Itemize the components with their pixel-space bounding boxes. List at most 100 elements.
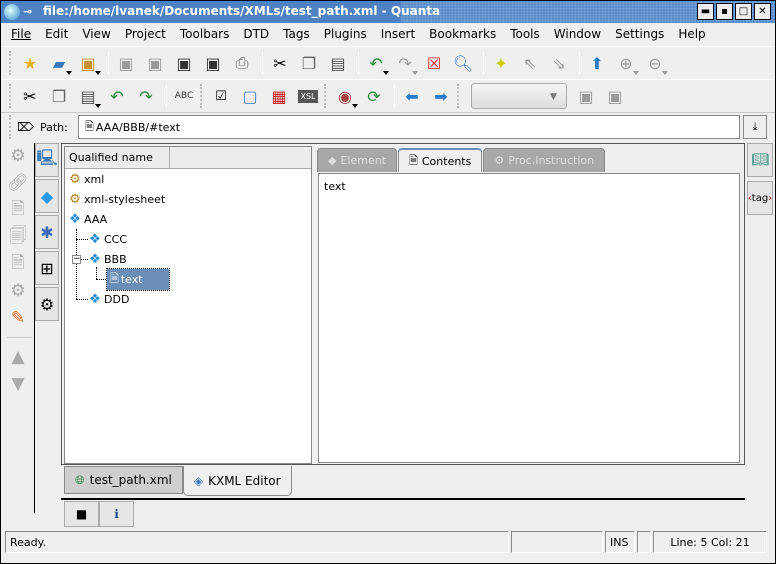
menu-edit[interactable]: Edit <box>45 27 68 41</box>
structure-icon[interactable]: ⚙ <box>5 143 31 169</box>
template-icon: ✱ <box>40 222 54 242</box>
path-dropdown-button[interactable]: ⤓ <box>743 115 767 139</box>
reload-button[interactable]: ⟳ <box>361 83 387 109</box>
remove-from-project-button[interactable]: ⊖ <box>642 50 668 76</box>
menu-insert[interactable]: Insert <box>381 27 415 41</box>
paste-button-2[interactable]: ▤ <box>75 83 101 109</box>
paste-button[interactable]: ▤ <box>325 50 351 76</box>
clear-path-icon[interactable]: ⌦ <box>17 120 34 134</box>
menu-settings[interactable]: Settings <box>615 27 664 41</box>
documents-icon[interactable]: 🗐 <box>5 224 31 250</box>
save-as-button[interactable]: ▣ <box>142 50 168 76</box>
print-button[interactable]: ⎙ <box>229 50 255 76</box>
new-file-button[interactable]: ★ <box>17 50 43 76</box>
menu-project[interactable]: Project <box>125 27 166 41</box>
view-preview-button[interactable]: ◉ <box>332 83 358 109</box>
cut-button[interactable]: ✂ <box>267 50 293 76</box>
back-button[interactable]: ⬅ <box>399 83 425 109</box>
tree-node[interactable]: ❖ BBB <box>87 249 126 269</box>
menu-dtd[interactable]: DTD <box>243 27 269 41</box>
tab-structure[interactable]: ⊞ <box>35 251 59 285</box>
maximize-button[interactable]: □ <box>735 3 752 20</box>
link-icon[interactable]: 🔗︎ <box>5 170 31 196</box>
doc-tab-kxml-editor[interactable]: ◈ KXML Editor <box>182 466 292 496</box>
close-button[interactable]: ✕ <box>754 3 771 20</box>
column-header-qualified-name[interactable]: Qualified name <box>65 147 170 168</box>
open-recent-button[interactable]: ▣ <box>75 50 101 76</box>
tab-messages[interactable]: ℹ <box>99 501 134 527</box>
edit-pencil-icon[interactable]: ✎ <box>5 305 31 331</box>
document-icon: 🗎 <box>409 153 418 167</box>
xsl-table-button[interactable]: ▦ <box>266 83 292 109</box>
minimize-button[interactable]: ▬ <box>697 3 714 20</box>
close-document-button[interactable]: ☒ <box>421 50 447 76</box>
bookmark-next-button[interactable]: ⇘ <box>546 50 572 76</box>
bookmark-prev-button[interactable]: ⇖ <box>517 50 543 76</box>
preview-button[interactable]: ▢ <box>237 83 263 109</box>
menu-help[interactable]: Help <box>678 27 705 41</box>
menu-file[interactable]: File <box>11 27 31 41</box>
document-settings-icon[interactable]: 🗎 <box>5 197 31 223</box>
save-all-button[interactable]: ▣ <box>171 50 197 76</box>
edit-toolbar: ✂ ❐ ▤ ↶ ↷ ABC ☑ ▢ ▦ XSL ◉ ⟳ ⬅ ➡ ▼ ▣ ▣ <box>1 79 775 113</box>
find-button[interactable]: 🔍︎ <box>450 50 476 76</box>
menu-tags[interactable]: Tags <box>283 27 310 41</box>
save-template-button[interactable]: ▣ <box>573 83 599 109</box>
tree-node-selected[interactable]: 🗎 text <box>106 267 170 291</box>
toolbar-grip[interactable] <box>9 51 13 75</box>
forward-button[interactable]: ➡ <box>428 83 454 109</box>
close-file-button[interactable]: ▣ <box>200 50 226 76</box>
contents-textarea[interactable]: text <box>318 173 740 463</box>
menu-window[interactable]: Window <box>554 27 601 41</box>
undo-button[interactable]: ↶ <box>363 50 389 76</box>
pin-icon[interactable]: ⊸ <box>23 5 32 18</box>
open-file-button[interactable]: ▰ <box>46 50 72 76</box>
path-input[interactable]: 🗎 AAA/BBB/#text <box>78 115 740 139</box>
menu-plugins[interactable]: Plugins <box>324 27 367 41</box>
collapse-bbb-toggle[interactable]: − <box>72 255 81 264</box>
tab-files[interactable]: 🖳 <box>35 143 59 177</box>
save-as-template-button[interactable]: ▣ <box>602 83 628 109</box>
tree-node[interactable]: ❖ DDD <box>87 289 129 309</box>
app-icon[interactable] <box>4 4 20 20</box>
tab-terminal[interactable]: ■ <box>64 501 99 527</box>
triangle-up-icon[interactable]: ▲ <box>5 344 31 370</box>
title-bar[interactable]: ⊸ file:/home/lvanek/Documents/XMLs/test_… <box>1 1 775 23</box>
tab-tag-attributes[interactable]: ‹tag› <box>747 181 773 215</box>
gear-icon[interactable]: ⚙ <box>5 278 31 304</box>
spellcheck-button[interactable]: ABC <box>171 83 197 109</box>
tab-project[interactable]: ◆ <box>35 179 59 213</box>
menu-bookmarks[interactable]: Bookmarks <box>429 27 496 41</box>
validate-checkbox[interactable]: ☑ <box>208 83 234 109</box>
tree-node[interactable]: ⚙ xml <box>67 169 104 189</box>
template-combo[interactable]: ▼ <box>471 83 567 109</box>
undo-button-2[interactable]: ↶ <box>104 83 130 109</box>
tab-element[interactable]: ◆ Element <box>317 148 398 172</box>
cut-button-2[interactable]: ✂ <box>17 83 43 109</box>
tree-node[interactable]: ⚙ xml-stylesheet <box>67 189 165 209</box>
tab-attributes[interactable]: ⚙ <box>35 287 59 321</box>
tab-proc-instruction[interactable]: ⚙ Proc.Instruction <box>483 148 606 172</box>
redo-button[interactable]: ↷ <box>392 50 418 76</box>
toolbar-grip[interactable] <box>9 84 13 108</box>
document-gear-icon[interactable]: 🗎 <box>5 251 31 277</box>
redo-button-2[interactable]: ↷ <box>133 83 159 109</box>
tab-documentation[interactable]: 📖︎ <box>747 143 773 177</box>
restore-button[interactable]: ▪ <box>716 3 733 20</box>
bookmark-toggle-button[interactable]: ✦ <box>488 50 514 76</box>
add-to-project-button[interactable]: ⊕ <box>613 50 639 76</box>
tree-node[interactable]: ❖ AAA <box>67 209 107 229</box>
menu-view[interactable]: View <box>82 27 110 41</box>
copy-button-2[interactable]: ❐ <box>46 83 72 109</box>
triangle-down-icon[interactable]: ▼ <box>5 371 31 397</box>
tab-contents[interactable]: 🗎 Contents <box>398 148 483 172</box>
xsl-button[interactable]: XSL <box>295 83 321 109</box>
tree-node[interactable]: ❖ CCC <box>87 229 127 249</box>
menu-toolbars[interactable]: Toolbars <box>180 27 229 41</box>
copy-button[interactable]: ❐ <box>296 50 322 76</box>
up-button[interactable]: ⬆ <box>584 50 610 76</box>
tab-templates[interactable]: ✱ <box>35 215 59 249</box>
save-button[interactable]: ▣ <box>113 50 139 76</box>
menu-tools[interactable]: Tools <box>510 27 540 41</box>
doc-tab-test-path[interactable]: 🌐︎ test_path.xml <box>64 466 183 494</box>
